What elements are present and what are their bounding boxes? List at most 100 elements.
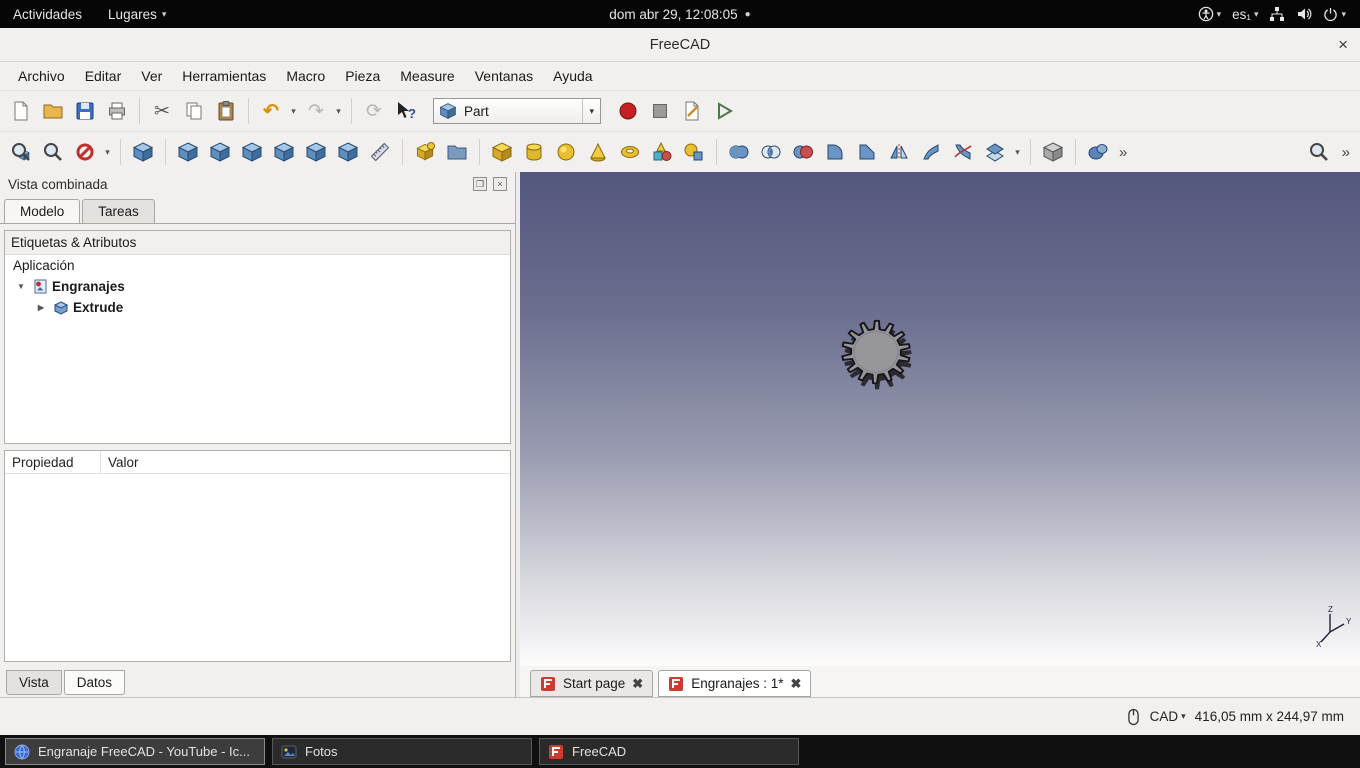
- part-torus-button[interactable]: [615, 137, 645, 167]
- menu-pieza[interactable]: Pieza: [335, 65, 390, 87]
- fit-all-button[interactable]: [6, 137, 36, 167]
- selection-view-button[interactable]: [1304, 137, 1334, 167]
- view-left-button[interactable]: [333, 137, 363, 167]
- create-group-button[interactable]: [442, 137, 472, 167]
- panel-close-button[interactable]: ×: [493, 177, 507, 191]
- save-button[interactable]: [70, 96, 100, 126]
- tree-collapsed-icon[interactable]: ▶: [33, 303, 49, 312]
- taskbar-item-browser[interactable]: Engranaje FreeCAD - YouTube - Ic...: [5, 738, 265, 765]
- tree-expanded-icon[interactable]: ▼: [13, 282, 29, 291]
- doc-tab-start-page[interactable]: Start page ✖: [530, 670, 654, 697]
- gear-model[interactable]: [821, 297, 931, 407]
- macro-play-button[interactable]: [709, 96, 739, 126]
- window-close-button[interactable]: ×: [1338, 35, 1348, 55]
- tree-root-application[interactable]: Aplicación: [5, 255, 510, 276]
- tab-close-icon[interactable]: ✖: [632, 676, 643, 692]
- macro-edit-button[interactable]: [677, 96, 707, 126]
- undo-dropdown[interactable]: ▾: [288, 106, 299, 117]
- clock-menu[interactable]: dom abr 29, 12:08:05 ●: [609, 7, 750, 22]
- part-primitives-button[interactable]: [647, 137, 677, 167]
- menu-archivo[interactable]: Archivo: [8, 65, 75, 87]
- shape-builder-button[interactable]: [679, 137, 709, 167]
- boolean-union-button[interactable]: [724, 137, 754, 167]
- part-cylinder-button[interactable]: [519, 137, 549, 167]
- macro-stop-button[interactable]: [645, 96, 675, 126]
- menu-macro[interactable]: Macro: [276, 65, 335, 87]
- check-geometry-button[interactable]: [1083, 137, 1113, 167]
- tab-datos[interactable]: Datos: [63, 670, 126, 695]
- tab-tareas[interactable]: Tareas: [82, 199, 155, 223]
- view-right-button[interactable]: [237, 137, 267, 167]
- panel-float-button[interactable]: ❐: [473, 177, 487, 191]
- refresh-button[interactable]: ⟳: [359, 96, 389, 126]
- menu-ventanas[interactable]: Ventanas: [465, 65, 543, 87]
- network-icon[interactable]: [1269, 6, 1285, 22]
- volume-icon[interactable]: [1296, 6, 1312, 22]
- undo-button[interactable]: ↶: [256, 96, 286, 126]
- freecad-doc-icon: [540, 675, 556, 692]
- paste-button[interactable]: [211, 96, 241, 126]
- compound-button[interactable]: [1038, 137, 1068, 167]
- offset-icon: [986, 143, 1004, 162]
- workbench-selector-arrow[interactable]: ▾: [582, 99, 600, 123]
- toolbar-overflow[interactable]: »: [1115, 144, 1131, 161]
- sweep-button[interactable]: [948, 137, 978, 167]
- accessibility-menu[interactable]: ▾: [1198, 6, 1221, 22]
- tab-vista[interactable]: Vista: [6, 670, 62, 695]
- view-front-button[interactable]: [173, 137, 203, 167]
- activities-button[interactable]: Actividades: [0, 0, 95, 28]
- part-cone-button[interactable]: [583, 137, 613, 167]
- 3d-viewport[interactable]: Z Y X: [520, 172, 1360, 666]
- boolean-intersection-button[interactable]: [756, 137, 786, 167]
- new-document-button[interactable]: [6, 96, 36, 126]
- draw-style-dropdown[interactable]: ▾: [102, 147, 113, 158]
- tree-item-extrude[interactable]: ▶ Extrude: [5, 297, 510, 318]
- open-button[interactable]: [38, 96, 68, 126]
- tab-close-icon[interactable]: ✖: [791, 676, 802, 692]
- tab-modelo[interactable]: Modelo: [4, 199, 81, 223]
- mirror-button[interactable]: [884, 137, 914, 167]
- offset-button[interactable]: [980, 137, 1010, 167]
- keyboard-layout-menu[interactable]: es₁ ▾: [1232, 7, 1258, 22]
- redo-button[interactable]: ↷: [301, 96, 331, 126]
- menu-herramientas[interactable]: Herramientas: [172, 65, 276, 87]
- navigation-style-selector[interactable]: CAD ▾: [1150, 709, 1186, 724]
- menu-measure[interactable]: Measure: [390, 65, 464, 87]
- part-sphere-icon: [557, 143, 575, 161]
- taskbar-item-fotos[interactable]: Fotos: [272, 738, 532, 765]
- cut-button[interactable]: ✂: [147, 96, 177, 126]
- macro-record-button[interactable]: [613, 96, 643, 126]
- redo-dropdown[interactable]: ▾: [333, 106, 344, 117]
- toolbar-overflow[interactable]: »: [1338, 144, 1354, 161]
- print-button[interactable]: [102, 96, 132, 126]
- taskbar-item-freecad[interactable]: FreeCAD: [539, 738, 799, 765]
- part-sphere-button[interactable]: [551, 137, 581, 167]
- power-menu[interactable]: ▾: [1323, 7, 1346, 22]
- tree-item-document[interactable]: ▼ Engranajes: [5, 276, 510, 297]
- window-titlebar[interactable]: FreeCAD ×: [0, 28, 1360, 62]
- loft-button[interactable]: [916, 137, 946, 167]
- copy-button[interactable]: [179, 96, 209, 126]
- view-bottom-button[interactable]: [301, 137, 331, 167]
- menu-ayuda[interactable]: Ayuda: [543, 65, 602, 87]
- menu-ver[interactable]: Ver: [131, 65, 172, 87]
- create-part-button[interactable]: [410, 137, 440, 167]
- part-box-button[interactable]: [487, 137, 517, 167]
- part-cone-icon: [590, 142, 606, 162]
- places-menu[interactable]: Lugares ▾: [95, 0, 179, 28]
- menu-editar[interactable]: Editar: [75, 65, 132, 87]
- offset-dropdown[interactable]: ▾: [1012, 147, 1023, 158]
- measure-button[interactable]: [365, 137, 395, 167]
- workbench-selector[interactable]: Part ▾: [433, 98, 601, 124]
- toolbar-separator: [402, 139, 403, 165]
- view-axonometric-button[interactable]: [128, 137, 158, 167]
- view-top-button[interactable]: [205, 137, 235, 167]
- doc-tab-engranajes[interactable]: Engranajes : 1* ✖: [658, 670, 812, 697]
- chamfer-button[interactable]: [852, 137, 882, 167]
- boolean-cut-button[interactable]: [788, 137, 818, 167]
- view-rear-button[interactable]: [269, 137, 299, 167]
- fit-selection-button[interactable]: [38, 137, 68, 167]
- whats-this-button[interactable]: ?: [391, 96, 421, 126]
- draw-style-button[interactable]: [70, 137, 100, 167]
- fillet-button[interactable]: [820, 137, 850, 167]
